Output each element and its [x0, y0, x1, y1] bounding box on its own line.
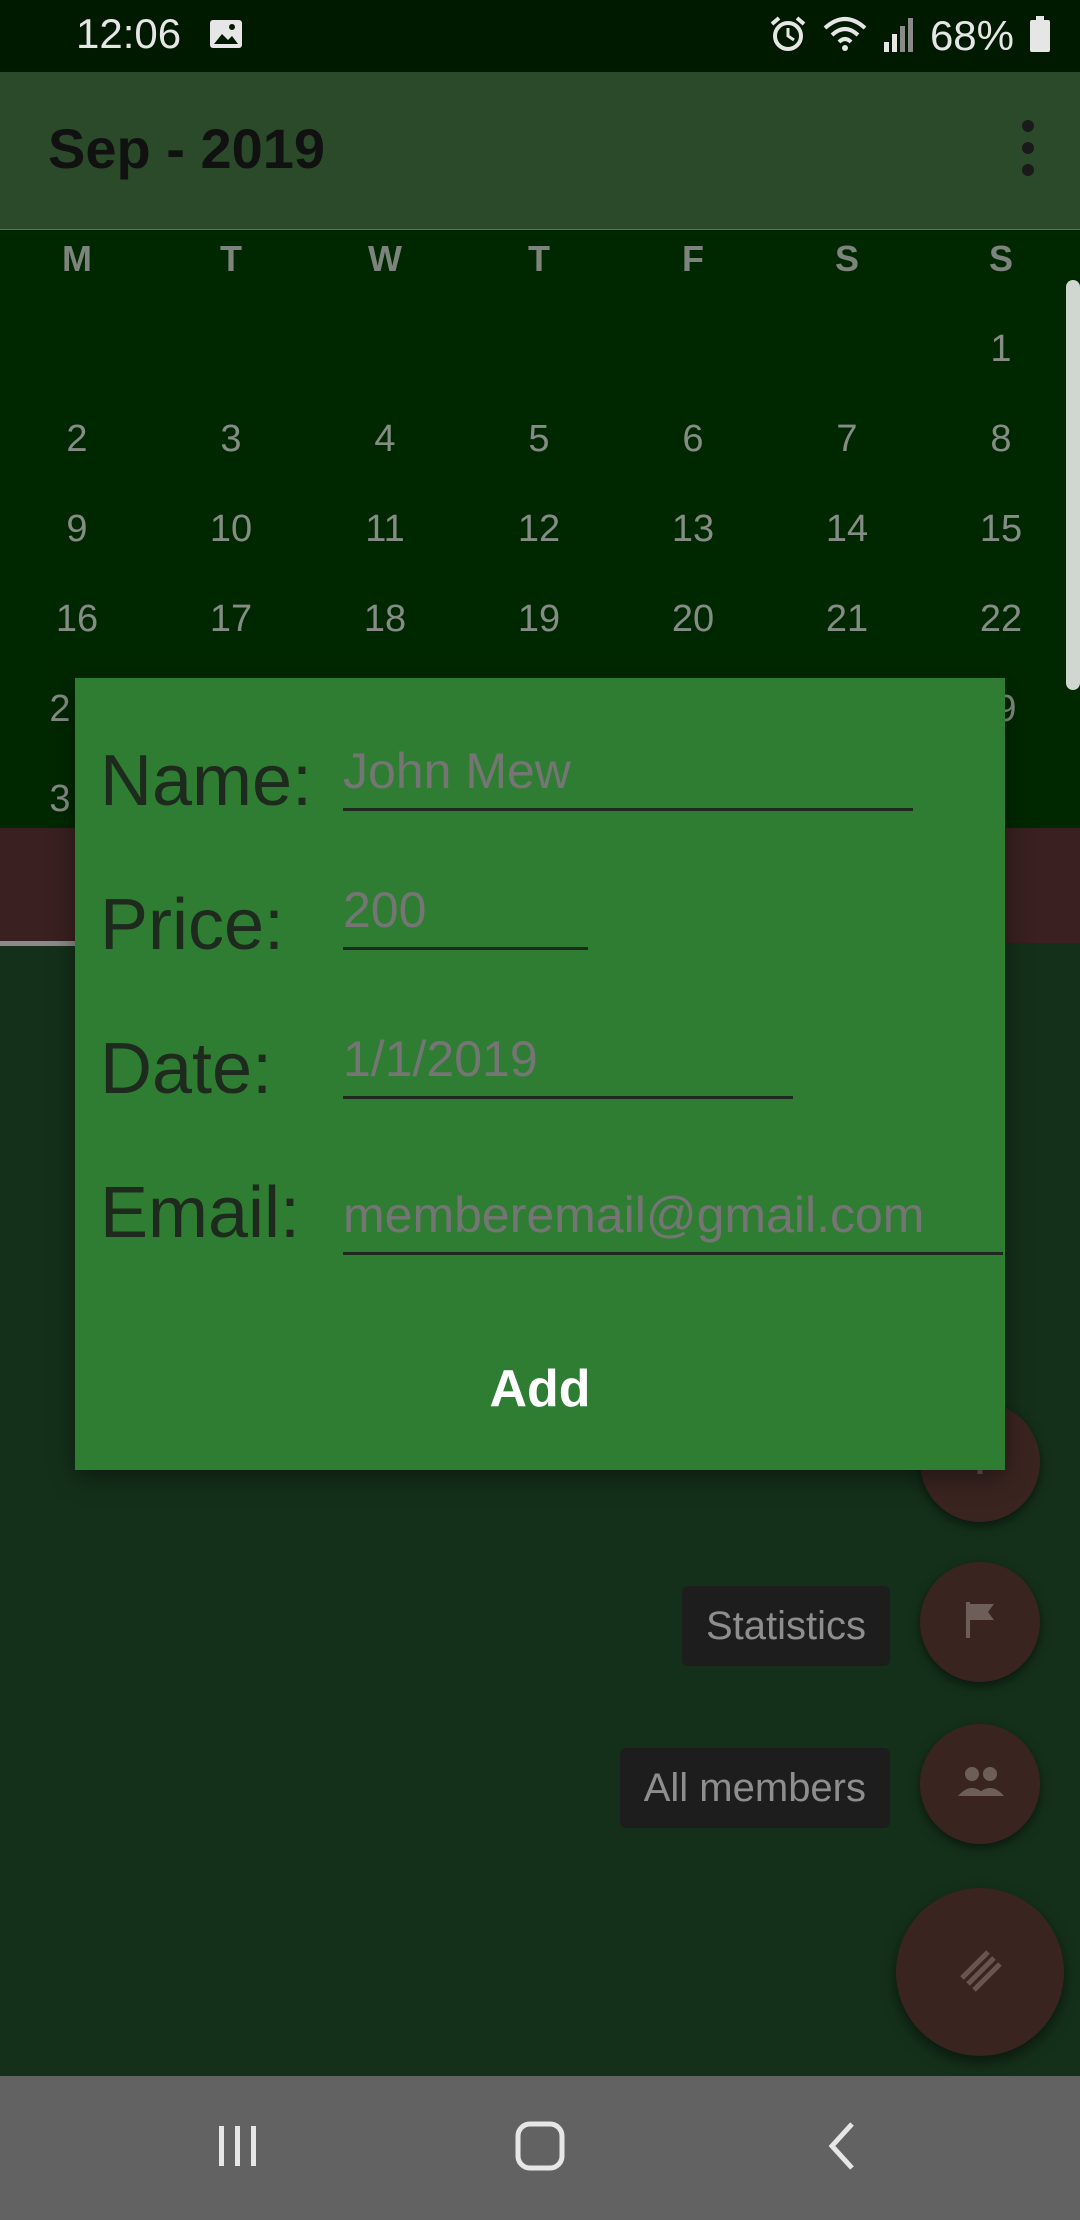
- weekday-label: M: [62, 238, 92, 279]
- calendar-day[interactable]: 15: [924, 508, 1078, 551]
- calendar-day[interactable]: 3: [154, 418, 308, 461]
- weekday-label: S: [988, 238, 1013, 279]
- calendar-day[interactable]: 2: [0, 418, 154, 461]
- calendar-day[interactable]: 8: [924, 418, 1078, 461]
- calendar-day[interactable]: 22: [924, 598, 1078, 641]
- date-label: Date:: [100, 1029, 273, 1109]
- statistics-fab[interactable]: [920, 1562, 1040, 1682]
- back-icon: [822, 2120, 862, 2177]
- weekday-header: M T W T F S S: [0, 238, 1080, 298]
- calendar-week: 16 17 18 19 20 21 22: [0, 598, 1080, 658]
- calendar-day[interactable]: 17: [154, 598, 308, 641]
- email-label: Email:: [100, 1173, 301, 1253]
- calendar-day[interactable]: 13: [616, 508, 770, 551]
- all-members-fab[interactable]: [920, 1724, 1040, 1844]
- calendar-day[interactable]: 21: [770, 598, 924, 641]
- people-icon: [954, 1764, 1006, 1805]
- status-bar: 12:06 68%: [0, 0, 1080, 72]
- recent-apps-icon: [213, 2122, 263, 2175]
- weekday-label: W: [368, 238, 402, 279]
- wifi-icon: [822, 14, 868, 59]
- app-bar: Sep - 2019: [0, 72, 1080, 231]
- battery-percent: 68%: [929, 12, 1014, 59]
- weekday-label: T: [220, 238, 242, 279]
- weekday-label: S: [834, 238, 859, 279]
- all-members-label[interactable]: All members: [619, 1748, 890, 1828]
- calendar-day[interactable]: 20: [616, 598, 770, 641]
- weekday-label: T: [528, 238, 550, 279]
- signal-icon: [882, 14, 916, 59]
- name-label: Name:: [100, 741, 313, 821]
- month-title[interactable]: Sep - 2019: [48, 116, 325, 181]
- weekday-label: F: [682, 238, 704, 279]
- calendar-scrollbar[interactable]: [1066, 280, 1080, 690]
- calendar-day[interactable]: 19: [462, 598, 616, 641]
- calendar-day[interactable]: 6: [616, 418, 770, 461]
- alarm-icon: [768, 14, 808, 59]
- calendar-day[interactable]: 1: [924, 328, 1078, 371]
- calendar-day[interactable]: 12: [462, 508, 616, 551]
- flag-icon: [960, 1598, 1000, 1647]
- menu-lines-icon: [950, 1940, 1010, 2005]
- gallery-icon: [208, 16, 244, 57]
- calendar-day[interactable]: 14: [770, 508, 924, 551]
- calendar-day[interactable]: 5: [462, 418, 616, 461]
- calendar-day[interactable]: 11: [308, 508, 462, 551]
- home-icon: [514, 2120, 566, 2177]
- calendar-day[interactable]: 4: [308, 418, 462, 461]
- email-input[interactable]: [343, 1186, 1003, 1255]
- date-input[interactable]: [343, 1030, 793, 1099]
- back-button[interactable]: [802, 2118, 882, 2178]
- price-label: Price:: [100, 885, 285, 965]
- home-button[interactable]: [500, 2118, 580, 2178]
- fab-row-all-members: All members: [520, 1724, 1040, 1844]
- main-fab[interactable]: [896, 1888, 1064, 2056]
- statistics-label[interactable]: Statistics: [681, 1586, 890, 1666]
- recent-apps-button[interactable]: [198, 2118, 278, 2178]
- battery-icon: [1028, 14, 1052, 59]
- calendar-week: 2 3 4 5 6 7 8: [0, 418, 1080, 478]
- calendar-day[interactable]: 16: [0, 598, 154, 641]
- fab-row-statistics: Statistics: [520, 1562, 1040, 1682]
- calendar-week: 1: [0, 328, 1080, 388]
- overflow-menu-icon[interactable]: [1016, 120, 1040, 176]
- calendar-day[interactable]: 10: [154, 508, 308, 551]
- add-member-dialog: Name: Price: Date: Email: Add: [75, 678, 1005, 1470]
- calendar-week: 9 10 11 12 13 14 15: [0, 508, 1080, 568]
- add-button[interactable]: Add: [75, 1338, 1005, 1438]
- name-input[interactable]: [343, 742, 913, 811]
- price-input[interactable]: [343, 881, 588, 950]
- calendar-day[interactable]: 18: [308, 598, 462, 641]
- navigation-bar: [0, 2076, 1080, 2220]
- calendar-day[interactable]: 7: [770, 418, 924, 461]
- status-time: 12:06: [76, 10, 182, 57]
- calendar-day[interactable]: 9: [0, 508, 154, 551]
